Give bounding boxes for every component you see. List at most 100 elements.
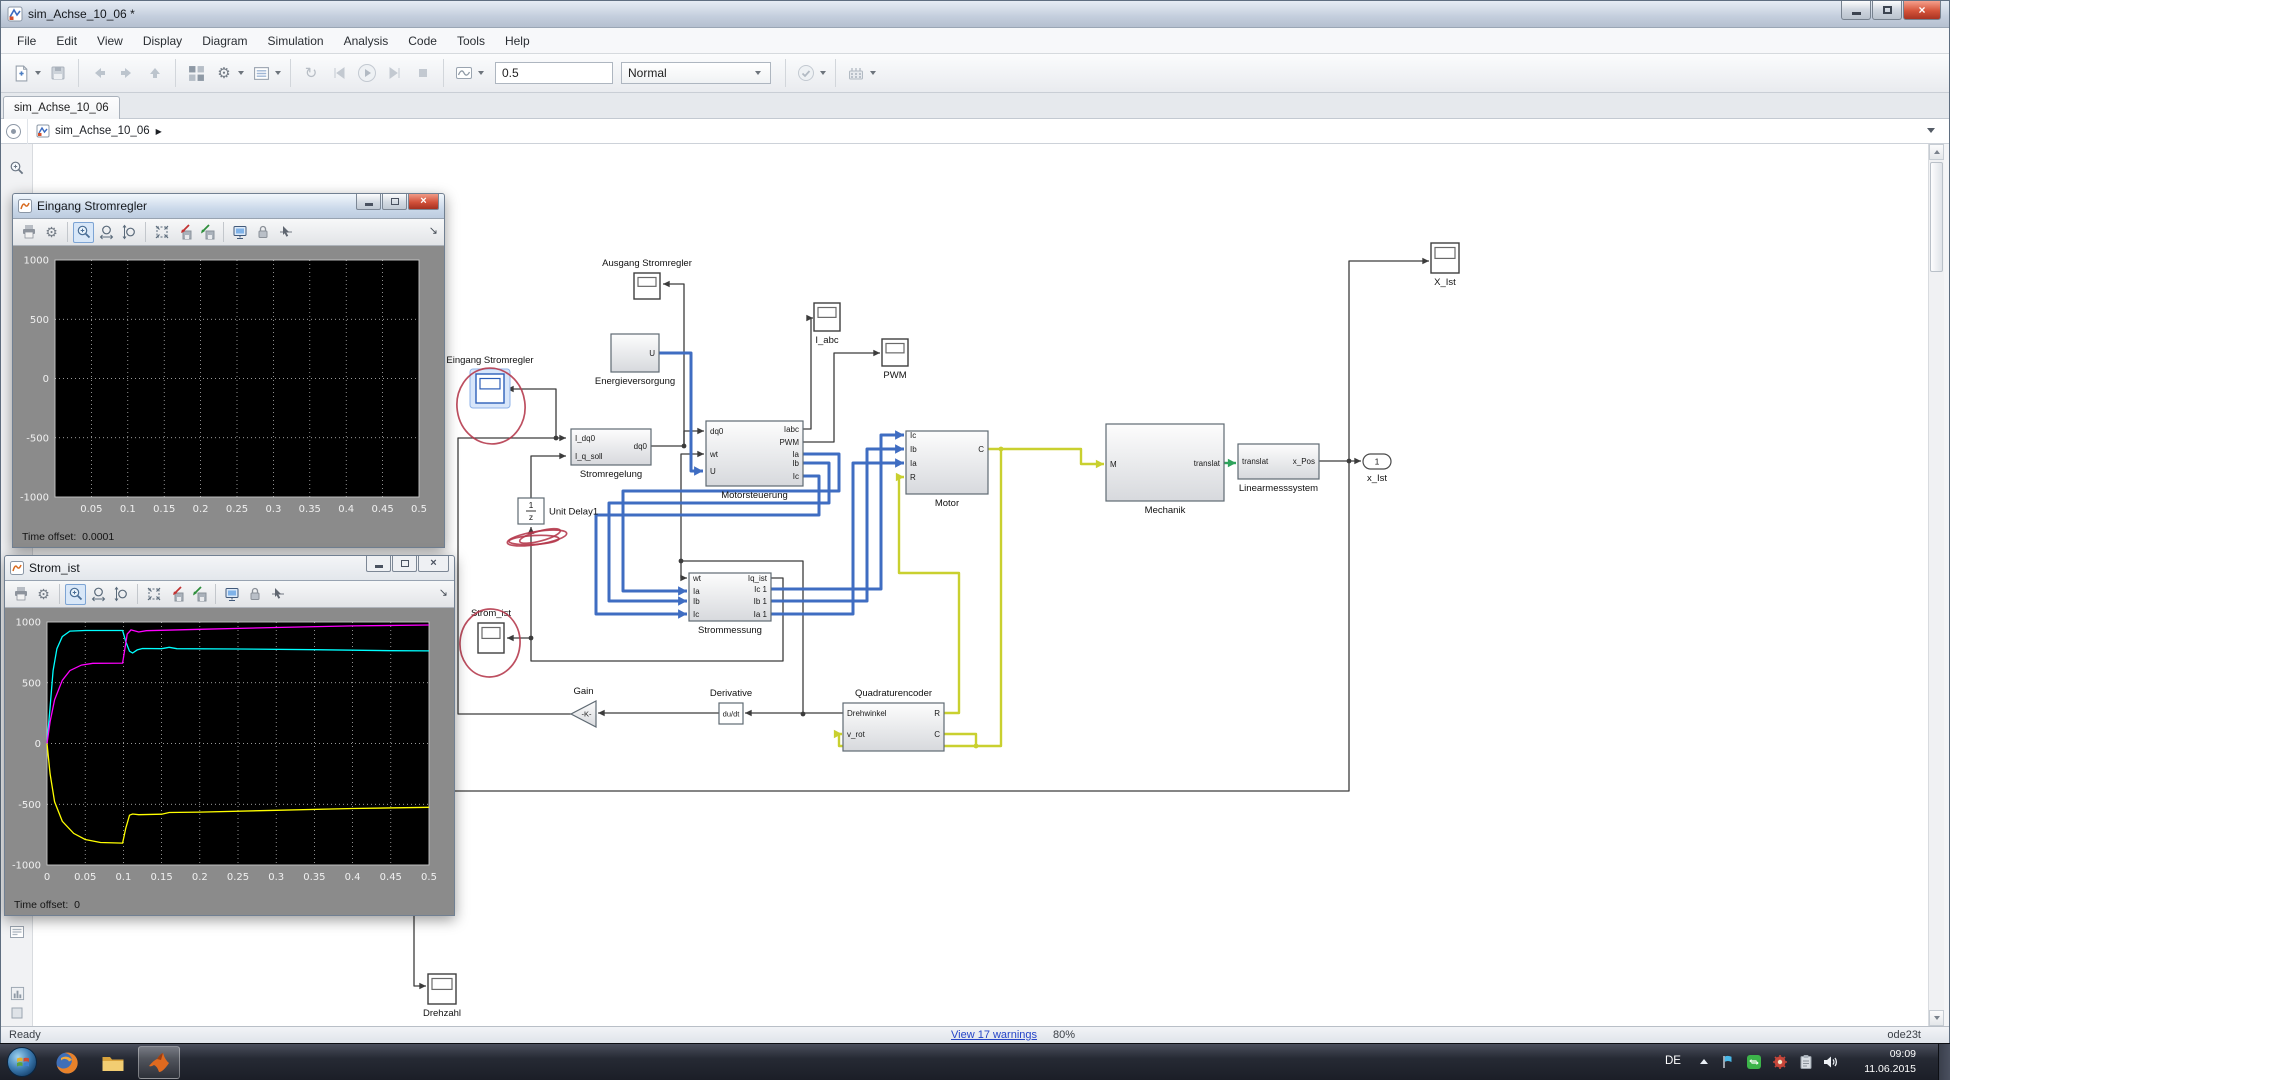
menu-item-code[interactable]: Code	[398, 30, 447, 52]
solver-name[interactable]: ode23t	[1887, 1029, 1921, 1041]
language-indicator[interactable]: DE	[1665, 1055, 1681, 1067]
scope-window[interactable]: Eingang Stromregler × ⚙	[12, 193, 445, 548]
scope-zoom-y-button[interactable]	[111, 584, 132, 605]
signal-wire[interactable]	[507, 386, 558, 441]
signal-wire[interactable]	[684, 428, 704, 446]
tray-expand-caret[interactable]	[1700, 1059, 1708, 1064]
deploy-hardware-button[interactable]	[843, 60, 869, 86]
block-mechanik[interactable]: MtranslatMechanik	[1106, 424, 1224, 516]
model-explorer-caret[interactable]	[275, 71, 281, 75]
close-button[interactable]: ×	[1903, 1, 1941, 20]
tray-flag-icon[interactable]	[1720, 1054, 1736, 1070]
menu-item-diagram[interactable]: Diagram	[192, 30, 257, 52]
palette-misc-button[interactable]	[8, 1004, 26, 1022]
block-quadraturencoder[interactable]: Drehwinkelv_rotRCQuadraturencoder	[843, 688, 944, 751]
sim-display-caret[interactable]	[478, 71, 484, 75]
block-derivative[interactable]: du/dtDerivative	[710, 688, 752, 724]
scope-parameters-button[interactable]: ⚙	[33, 584, 54, 605]
signal-wire[interactable]	[1224, 459, 1236, 468]
scope-maximize-button[interactable]	[392, 556, 417, 572]
scope-zoom-x-button[interactable]	[96, 222, 117, 243]
scope-close-button[interactable]: ×	[408, 194, 439, 210]
scope-zoom-button[interactable]	[73, 222, 94, 243]
scope-parameters-button[interactable]: ⚙	[41, 222, 62, 243]
warnings-link[interactable]: View 17 warnings	[951, 1029, 1037, 1041]
deploy-hardware-caret[interactable]	[870, 71, 876, 75]
model-explorer-button[interactable]	[248, 60, 274, 86]
tab-sim-achse[interactable]: sim_Achse_10_06	[3, 96, 120, 119]
stop-button[interactable]	[410, 60, 436, 86]
signal-wire[interactable]	[680, 561, 687, 581]
signal-wire[interactable]	[988, 447, 1104, 469]
menu-item-edit[interactable]: Edit	[46, 30, 87, 52]
palette-chart-button[interactable]	[8, 984, 26, 1002]
scope-print-button[interactable]	[10, 584, 31, 605]
breadcrumb-home-button[interactable]	[6, 124, 21, 139]
menu-item-tools[interactable]: Tools	[447, 30, 495, 52]
minimize-button[interactable]	[1841, 1, 1871, 20]
block-outport-x-ist[interactable]: 1x_Ist	[1363, 454, 1391, 484]
block-scope-ausgang-stromregler[interactable]: Ausgang Stromregler	[602, 258, 692, 299]
scroll-up-button[interactable]	[1929, 144, 1944, 160]
signal-wire[interactable]	[745, 710, 843, 717]
scope-signal-selector-button[interactable]	[275, 222, 296, 243]
scroll-thumb[interactable]	[1930, 162, 1943, 272]
menu-item-analysis[interactable]: Analysis	[334, 30, 399, 52]
block-scope-eingang-stromregler[interactable]: Eingang Stromregler	[446, 355, 533, 408]
breadcrumb-dropdown-caret[interactable]	[1927, 128, 1935, 133]
save-button[interactable]	[45, 60, 71, 86]
start-button[interactable]	[7, 1047, 37, 1077]
scope-print-button[interactable]	[18, 222, 39, 243]
back-button[interactable]	[86, 60, 112, 86]
tray-gear-icon[interactable]	[1772, 1054, 1788, 1070]
scope-save-axes-button[interactable]	[174, 222, 195, 243]
signal-wire[interactable]	[651, 444, 686, 449]
scope-minimize-button[interactable]	[366, 556, 391, 572]
scope-plot-area[interactable]: 00.050.10.150.20.250.30.350.40.450.51000…	[5, 608, 454, 915]
scope-dock-arrow-icon[interactable]: ↘	[439, 586, 448, 599]
block-strommessung[interactable]: wtIaIbIcIq_istIc 1Ib 1Ia 1Strommessung	[689, 573, 771, 636]
taskbar-firefox-button[interactable]	[46, 1046, 88, 1079]
step-forward-button[interactable]	[382, 60, 408, 86]
palette-zoom-button[interactable]	[8, 159, 26, 177]
scope-save-axes-button[interactable]	[166, 584, 187, 605]
menu-item-view[interactable]: View	[87, 30, 133, 52]
block-scope-strom-ist[interactable]: Strom_ist	[471, 608, 511, 653]
palette-annotation-button[interactable]	[8, 923, 26, 941]
scope-maximize-button[interactable]	[382, 194, 407, 210]
scope-zoom-button[interactable]	[65, 584, 86, 605]
new-model-caret[interactable]	[35, 71, 41, 75]
scope-title-bar[interactable]: Strom_ist ×	[5, 556, 454, 581]
block-scope-drehzahl[interactable]: Drehzahl	[423, 974, 461, 1019]
taskbar-matlab-button[interactable]	[138, 1046, 180, 1079]
breadcrumb-model-name[interactable]: sim_Achse_10_06	[55, 125, 150, 137]
show-desktop-button[interactable]	[1938, 1044, 1950, 1080]
tray-sync-icon[interactable]	[1746, 1054, 1762, 1070]
signal-wire[interactable]	[944, 734, 976, 746]
block-linearmesssystem[interactable]: translatx_PosLinearmesssystem	[1238, 444, 1319, 494]
scope-lock-button[interactable]	[252, 222, 273, 243]
scope-lock-button[interactable]	[244, 584, 265, 605]
signal-wire[interactable]	[1349, 258, 1429, 461]
menu-item-help[interactable]: Help	[495, 30, 540, 52]
scroll-down-button[interactable]	[1929, 1010, 1944, 1026]
menu-item-simulation[interactable]: Simulation	[258, 30, 334, 52]
scope-dock-arrow-icon[interactable]: ↘	[429, 224, 438, 237]
scope-window[interactable]: Strom_ist × ⚙	[4, 555, 455, 916]
block-scope-x-ist[interactable]: X_Ist	[1431, 243, 1459, 288]
scope-zoom-y-button[interactable]	[119, 222, 140, 243]
block-motorsteuerung[interactable]: dq0wtUIabcPWMIaIbIcMotorsteuerung	[706, 421, 803, 501]
step-back-button[interactable]	[326, 60, 352, 86]
up-button[interactable]	[142, 60, 168, 86]
new-model-button[interactable]	[8, 60, 34, 86]
update-diagram-button[interactable]: ↻	[298, 60, 324, 86]
sim-display-button[interactable]	[451, 60, 477, 86]
block-gain[interactable]: -K-Gain	[571, 686, 596, 727]
scope-float-button[interactable]	[229, 222, 250, 243]
run-button[interactable]	[354, 60, 380, 86]
scope-autoscale-button[interactable]	[143, 584, 164, 605]
refresh-blocks-button[interactable]	[793, 60, 819, 86]
tray-clipboard-icon[interactable]	[1798, 1054, 1814, 1070]
block-unit-delay1[interactable]: 1zUnit Delay1	[518, 498, 598, 524]
forward-button[interactable]	[114, 60, 140, 86]
